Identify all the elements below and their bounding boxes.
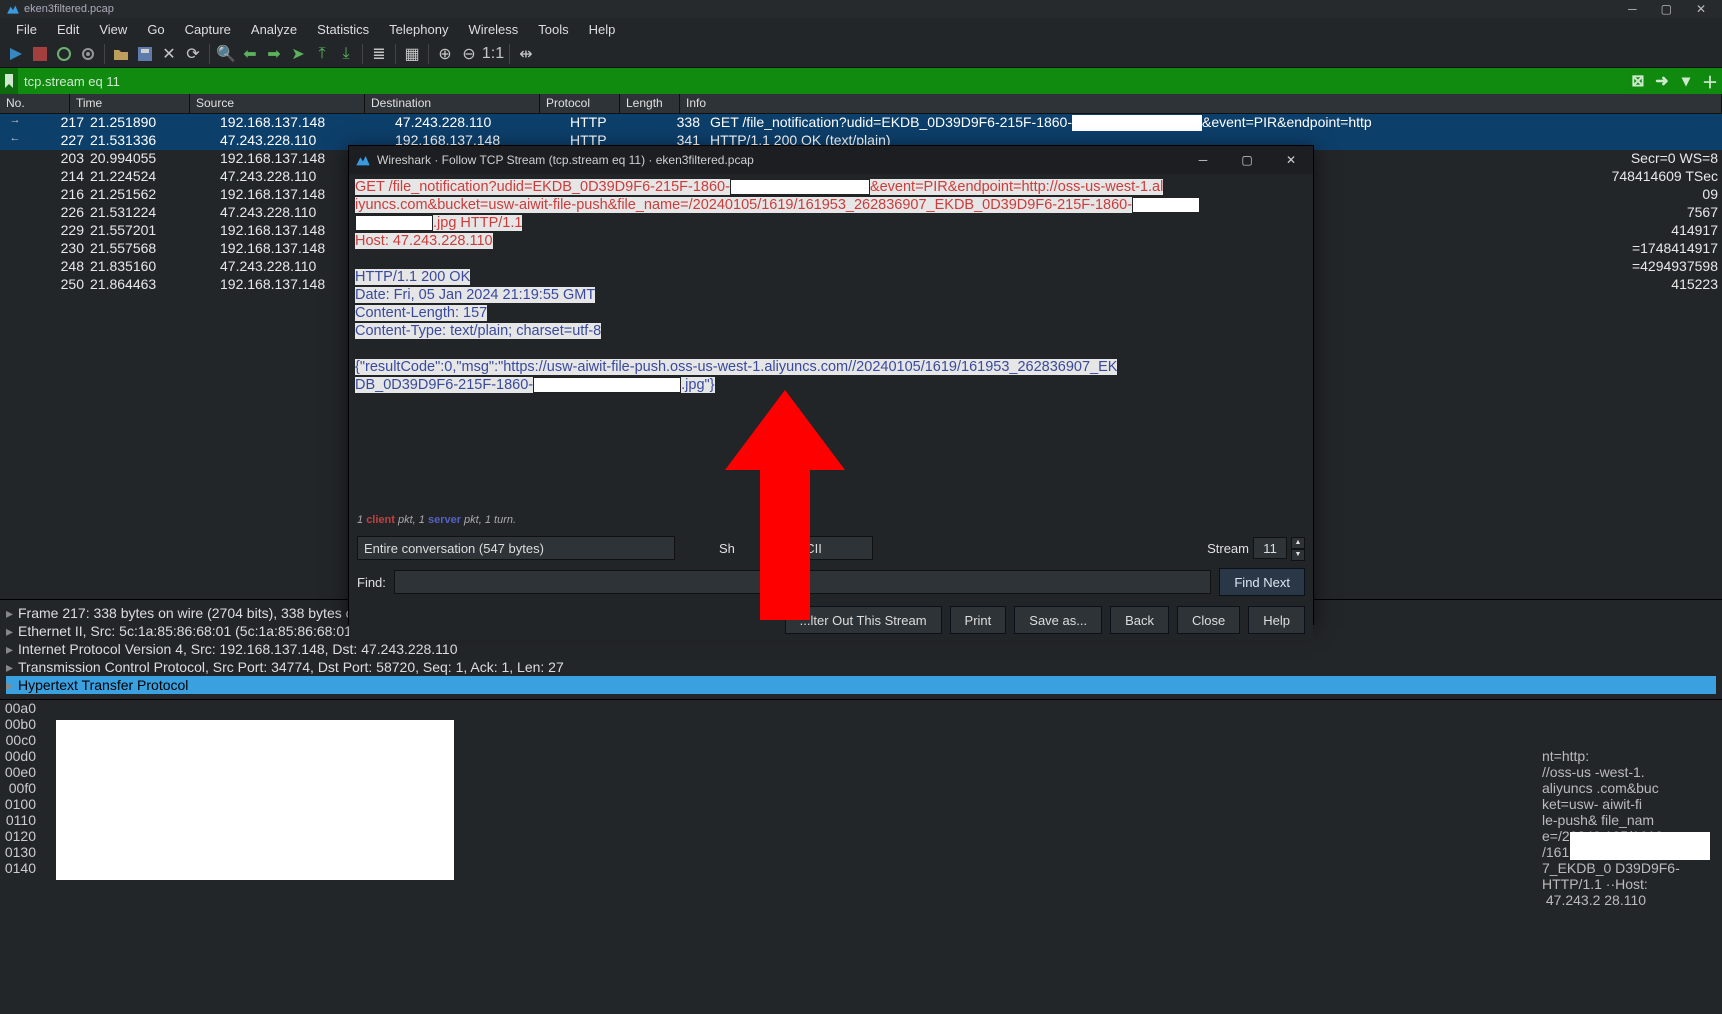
column-header-length[interactable]: Length: [620, 94, 680, 113]
menu-wireless[interactable]: Wireless: [458, 20, 528, 39]
go-last-icon[interactable]: ⤓: [336, 44, 356, 64]
dialog-title: Wireshark · Follow TCP Stream (tcp.strea…: [377, 153, 754, 167]
find-label: Find:: [357, 575, 386, 590]
resize-columns-icon[interactable]: ⇹: [516, 44, 536, 64]
filter-out-stream-button[interactable]: ...lter Out This Stream: [785, 606, 942, 634]
menu-file[interactable]: File: [6, 20, 47, 39]
dialog-maximize-icon[interactable]: ▢: [1225, 146, 1269, 174]
stop-capture-icon[interactable]: [30, 44, 50, 64]
close-icon[interactable]: ✕: [1696, 2, 1706, 16]
menu-bar: File Edit View Go Capture Analyze Statis…: [0, 18, 1722, 40]
follow-tcp-stream-dialog: Wireshark · Follow TCP Stream (tcp.strea…: [348, 145, 1314, 625]
menu-edit[interactable]: Edit: [47, 20, 89, 39]
menu-view[interactable]: View: [89, 20, 137, 39]
stream-spinner[interactable]: ▲▼: [1291, 537, 1305, 559]
stream-stats: 1 client pkt, 1 server pkt, 1 turn.: [349, 514, 1313, 532]
find-input[interactable]: [394, 570, 1211, 594]
column-header-protocol[interactable]: Protocol: [540, 94, 620, 113]
autoscroll-icon[interactable]: ≣: [369, 44, 389, 64]
display-filter-bar: ⊠ ➜ ▾ ＋: [0, 68, 1722, 94]
stream-label: Stream: [1207, 541, 1249, 556]
column-header-time[interactable]: Time: [70, 94, 190, 113]
close-file-icon[interactable]: ✕: [159, 44, 179, 64]
menu-tools[interactable]: Tools: [528, 20, 578, 39]
zoom-out-icon[interactable]: ⊖: [459, 44, 479, 64]
dialog-close-icon[interactable]: ✕: [1269, 146, 1313, 174]
add-filter-icon[interactable]: ＋: [1698, 68, 1722, 94]
window-title: eken3filtered.pcap: [24, 3, 114, 15]
dialog-title-bar: Wireshark · Follow TCP Stream (tcp.strea…: [349, 146, 1313, 174]
save-file-icon[interactable]: [135, 44, 155, 64]
clear-filter-icon[interactable]: ⊠: [1626, 68, 1650, 94]
menu-analyze[interactable]: Analyze: [241, 20, 307, 39]
wireshark-icon: [355, 152, 371, 168]
dialog-minimize-icon[interactable]: ─: [1181, 146, 1225, 174]
menu-go[interactable]: Go: [137, 20, 174, 39]
save-as-button[interactable]: Save as...: [1014, 606, 1102, 634]
redacted-block: [533, 377, 681, 393]
close-button[interactable]: Close: [1177, 606, 1240, 634]
title-bar: eken3filtered.pcap ─ ▢ ✕: [0, 0, 1722, 18]
back-button[interactable]: Back: [1110, 606, 1169, 634]
next-packet-icon[interactable]: ➡: [264, 44, 284, 64]
zoom-reset-icon[interactable]: 1:1: [483, 44, 503, 64]
open-file-icon[interactable]: [111, 44, 131, 64]
jump-packet-icon[interactable]: ➤: [288, 44, 308, 64]
maximize-icon[interactable]: ▢: [1661, 2, 1672, 16]
display-filter-input[interactable]: [18, 68, 1626, 94]
options-icon[interactable]: [78, 44, 98, 64]
toolbar: ✕ ⟳ 🔍 ⬅ ➡ ➤ ⤒ ⤓ ≣ ▦ ⊕ ⊖ 1:1 ⇹: [0, 40, 1722, 68]
column-header-no[interactable]: No.: [0, 94, 70, 113]
column-header-destination[interactable]: Destination: [365, 94, 540, 113]
redacted-block: [1132, 197, 1200, 213]
detail-tcp[interactable]: ▸Transmission Control Protocol, Src Port…: [6, 658, 1716, 676]
detail-ip[interactable]: ▸Internet Protocol Version 4, Src: 192.1…: [6, 640, 1716, 658]
column-header-source[interactable]: Source: [190, 94, 365, 113]
help-button[interactable]: Help: [1248, 606, 1305, 634]
stream-number-input[interactable]: [1253, 537, 1287, 559]
show-label: Sh: [719, 541, 735, 556]
find-next-button[interactable]: Find Next: [1219, 568, 1305, 596]
redacted-block: [355, 215, 433, 231]
restart-capture-icon[interactable]: [54, 44, 74, 64]
packet-bytes[interactable]: 00a000b000c000d000e000f00100011001200130…: [0, 699, 1722, 904]
redacted-ascii-block: [1570, 832, 1710, 860]
go-first-icon[interactable]: ⤒: [312, 44, 332, 64]
detail-http[interactable]: ▸Hypertext Transfer Protocol: [6, 676, 1716, 694]
column-header-info[interactable]: Info: [680, 94, 1722, 113]
menu-capture[interactable]: Capture: [175, 20, 241, 39]
filter-history-icon[interactable]: ▾: [1674, 68, 1698, 94]
reload-icon[interactable]: ⟳: [183, 44, 203, 64]
filter-bookmark-icon[interactable]: [0, 68, 18, 94]
apply-filter-icon[interactable]: ➜: [1650, 68, 1674, 94]
prev-packet-icon[interactable]: ⬅: [240, 44, 260, 64]
print-button[interactable]: Print: [950, 606, 1007, 634]
start-capture-icon[interactable]: [6, 44, 26, 64]
find-packet-icon[interactable]: 🔍: [216, 44, 236, 64]
menu-help[interactable]: Help: [579, 20, 626, 39]
menu-statistics[interactable]: Statistics: [307, 20, 379, 39]
redacted-block: [730, 179, 870, 195]
conversation-select[interactable]: Entire conversation (547 bytes): [357, 536, 675, 560]
redacted-hex-block: [56, 720, 454, 880]
colorize-icon[interactable]: ▦: [402, 44, 422, 64]
menu-telephony[interactable]: Telephony: [379, 20, 458, 39]
encoding-select[interactable]: ASCII: [781, 536, 873, 560]
stream-content[interactable]: GET /file_notification?udid=EKDB_0D39D9F…: [349, 174, 1313, 514]
wireshark-icon: [6, 2, 20, 16]
table-row[interactable]: →21721.251890192.168.137.14847.243.228.1…: [0, 114, 1722, 132]
zoom-in-icon[interactable]: ⊕: [435, 44, 455, 64]
minimize-icon[interactable]: ─: [1628, 2, 1637, 16]
